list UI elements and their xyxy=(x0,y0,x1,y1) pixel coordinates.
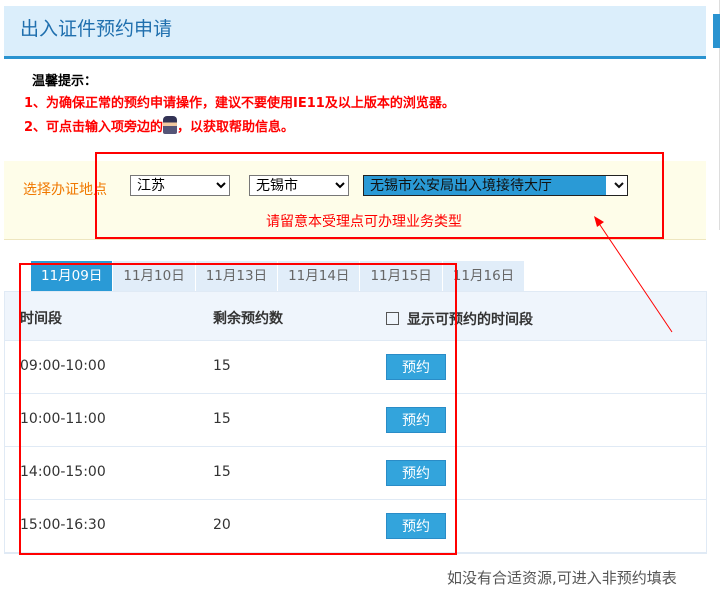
annotation-arrow xyxy=(594,216,673,333)
arrow-line xyxy=(597,221,673,333)
arrow-head-icon xyxy=(594,216,604,227)
